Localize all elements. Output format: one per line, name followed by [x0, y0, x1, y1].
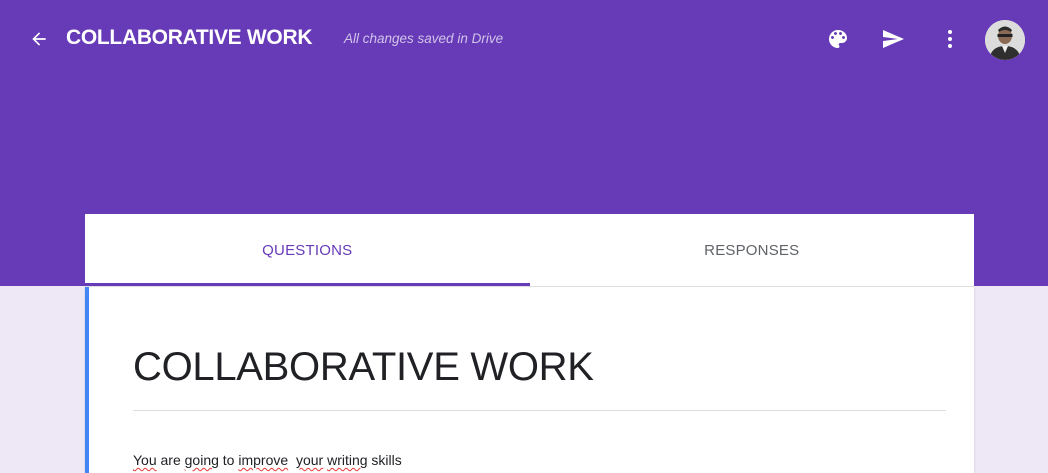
title-underline [133, 410, 946, 411]
tab-responses[interactable]: RESPONSES [530, 214, 975, 286]
back-arrow-icon [32, 32, 46, 46]
more-options-button[interactable] [935, 24, 965, 54]
form-title-input[interactable]: COLLABORATIVE WORK [133, 345, 594, 390]
customize-theme-button[interactable] [823, 24, 853, 54]
back-button[interactable] [26, 26, 52, 52]
form-tabs: QUESTIONS RESPONSES [85, 214, 974, 286]
avatar-image [985, 20, 1025, 60]
desc-word: writing [327, 452, 368, 468]
tab-questions-label: QUESTIONS [262, 241, 353, 259]
card-accent-bar [85, 287, 89, 473]
send-button[interactable] [878, 24, 908, 54]
desc-word: your [295, 452, 324, 468]
desc-word: improve [238, 452, 289, 468]
form-title-card: COLLABORATIVE WORK You are going to impr… [85, 287, 974, 473]
desc-word: going [184, 452, 219, 468]
desc-text [288, 452, 296, 468]
tab-questions[interactable]: QUESTIONS [85, 214, 530, 286]
user-avatar[interactable] [985, 20, 1025, 60]
app-title: COLLABORATIVE WORK [66, 26, 313, 49]
form-description-input[interactable]: You are going to improve your writing sk… [133, 452, 402, 468]
desc-text: to [218, 452, 239, 468]
tab-responses-label: RESPONSES [704, 241, 800, 259]
desc-word: You [133, 452, 157, 468]
desc-text: skills [367, 452, 402, 468]
send-icon [883, 30, 904, 48]
more-vert-icon [948, 30, 952, 48]
top-app-bar: COLLABORATIVE WORK All changes saved in … [0, 10, 1048, 70]
palette-icon [829, 30, 847, 48]
desc-text: are [156, 452, 185, 468]
save-status: All changes saved in Drive [344, 31, 504, 46]
